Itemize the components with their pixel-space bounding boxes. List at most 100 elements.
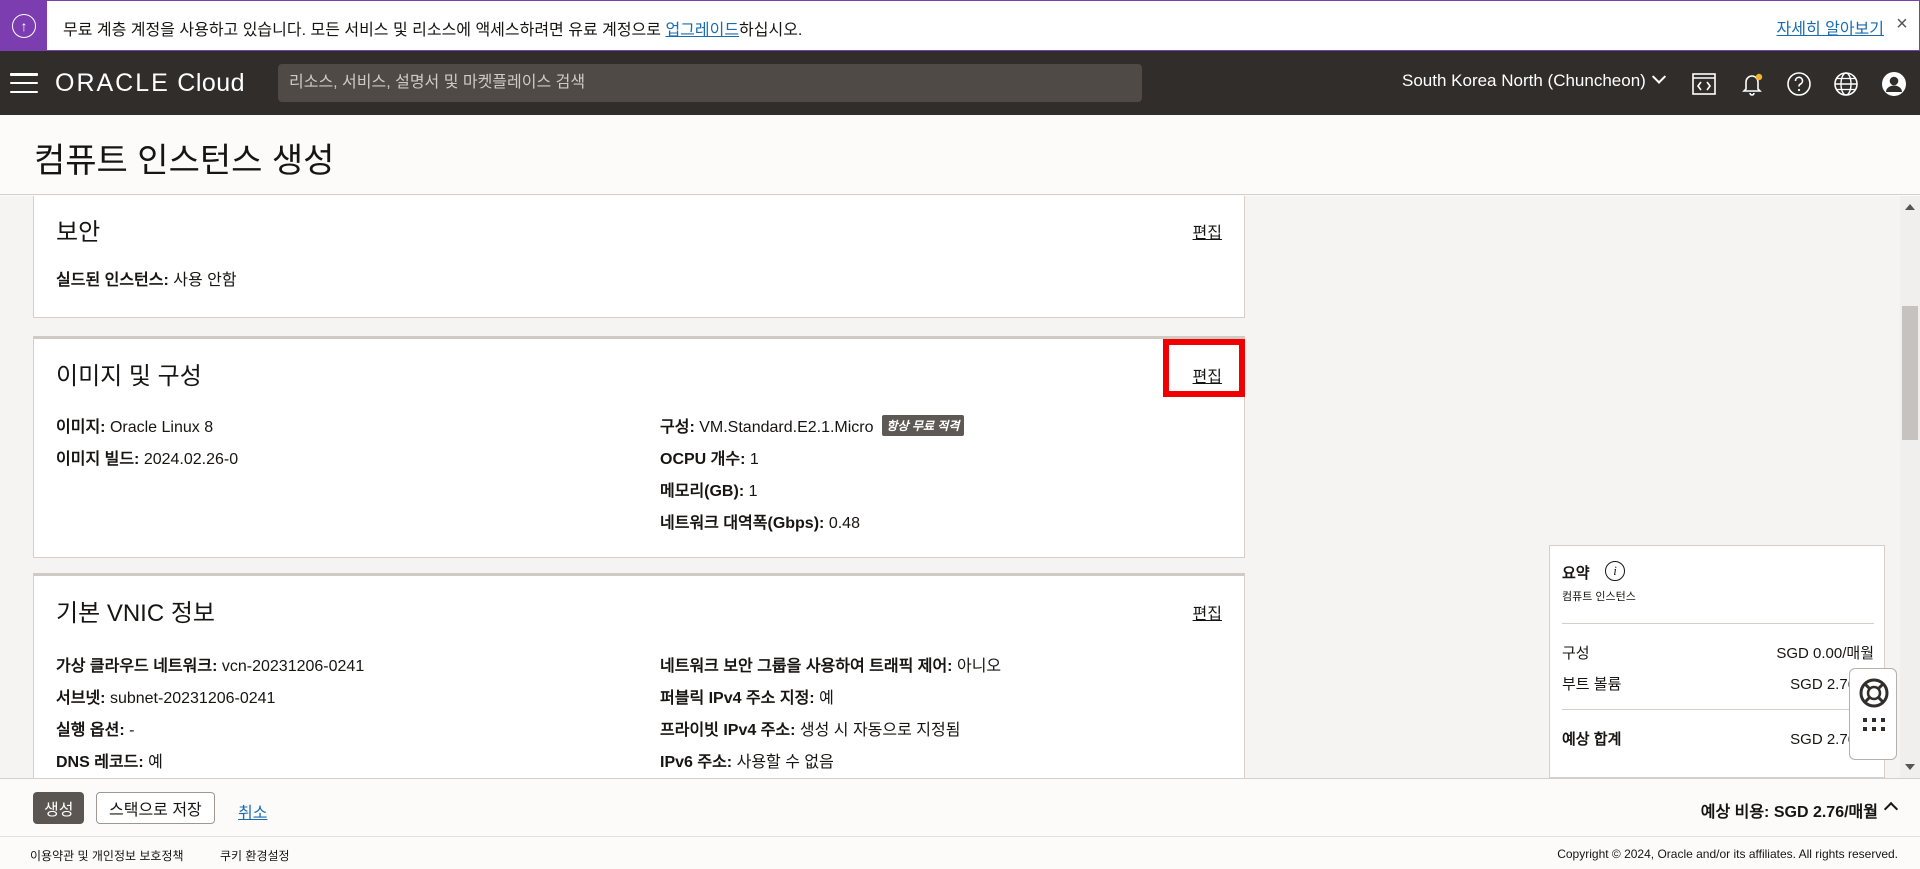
nsg-field: 네트워크 보안 그룹을 사용하여 트래픽 제어: 아니오 bbox=[660, 652, 1001, 676]
field-value: 예 bbox=[148, 754, 163, 771]
summary-panel: 요약 i 컴퓨트 인스턴스 구성 SGD 0.00/매월 부트 볼륨 SGD 2.7… bbox=[1549, 545, 1885, 778]
field-value: 2024.02.26-0 bbox=[143, 451, 239, 468]
private-ip-field: 프라이빗 IPv4 주소: 생성 시 자동으로 지정됨 bbox=[660, 716, 960, 740]
scroll-up-arrow-icon[interactable] bbox=[1905, 204, 1915, 210]
upgrade-link[interactable]: 업그레이드 bbox=[665, 22, 739, 39]
primary-vnic-section: 기본 VNIC 정보 편집 가상 클라우드 네트워크: vcn-20231206… bbox=[33, 573, 1245, 778]
field-label: 프라이빗 IPv4 주소: bbox=[660, 722, 796, 739]
logo-product: Cloud bbox=[177, 69, 246, 97]
help-icon[interactable] bbox=[1785, 70, 1813, 98]
field-value: vcn-20231206-0241 bbox=[221, 658, 365, 675]
field-label: IPv6 주소: bbox=[660, 754, 733, 771]
cancel-link[interactable]: 취소 bbox=[238, 799, 267, 823]
field-label: 가상 클라우드 네트워크: bbox=[56, 658, 218, 675]
field-value: - bbox=[129, 722, 135, 739]
field-label: 구성: bbox=[660, 419, 695, 436]
page-titlebar: 컴퓨트 인스턴스 생성 bbox=[0, 115, 1920, 195]
vnic-edit-link[interactable]: 편집 bbox=[1193, 600, 1222, 624]
field-label: OCPU 개수: bbox=[660, 451, 746, 468]
launch-options-field: 실행 옵션: - bbox=[56, 716, 134, 740]
form-action-bar: 생성 스택으로 저장 취소 예상 비용: SGD 2.76/매월 bbox=[0, 778, 1920, 836]
shape-field: 구성: VM.Standard.E2.1.Micro 항상 무료 적격 bbox=[660, 413, 965, 437]
shielded-instance-field: 실드된 인스턴스: 사용 안함 bbox=[56, 266, 237, 290]
field-label: 퍼블릭 IPv4 주소 지정: bbox=[660, 690, 815, 707]
terms-privacy-link[interactable]: 이용약관 및 개인정보 보호정책 bbox=[30, 847, 184, 864]
field-value: 1 bbox=[749, 451, 759, 468]
field-value: 생성 시 자동으로 지정됨 bbox=[799, 722, 961, 739]
cookie-preferences-link[interactable]: 쿠키 환경설정 bbox=[220, 847, 290, 864]
summary-divider bbox=[1562, 623, 1874, 624]
search-box[interactable] bbox=[278, 64, 1142, 102]
always-free-badge: 항상 무료 적격 bbox=[881, 415, 965, 436]
edit-highlight-box bbox=[1163, 339, 1245, 397]
scrollbar-thumb[interactable] bbox=[1902, 306, 1918, 440]
logo-brand: ORACLE bbox=[55, 69, 170, 97]
estimated-cost-value: SGD 2.76/매월 bbox=[1773, 804, 1878, 821]
help-widget[interactable] bbox=[1849, 668, 1897, 760]
field-value: 예 bbox=[819, 690, 834, 707]
field-value: 0.48 bbox=[828, 515, 860, 532]
globe-icon[interactable] bbox=[1832, 70, 1860, 98]
lifebuoy-icon bbox=[1859, 678, 1889, 731]
review-content: 보안 편집 실드된 인스턴스: 사용 안함 이미지 및 구성 편집 이미지: O… bbox=[0, 196, 1920, 778]
vnic-title: 기본 VNIC 정보 bbox=[56, 600, 215, 627]
summary-subtitle: 컴퓨트 인스턴스 bbox=[1562, 591, 1636, 603]
field-value: 아니오 bbox=[956, 658, 1002, 675]
chevron-down-icon bbox=[1651, 69, 1666, 84]
memory-field: 메모리(GB): 1 bbox=[660, 477, 758, 501]
main-scrollbar[interactable] bbox=[1900, 196, 1920, 778]
security-title: 보안 bbox=[56, 219, 101, 246]
banner-icon-area: ↑ bbox=[1, 0, 47, 51]
field-label: 서브넷: bbox=[56, 690, 106, 707]
field-label: 메모리(GB): bbox=[660, 483, 745, 500]
bell-icon[interactable] bbox=[1738, 70, 1766, 98]
image-build-field: 이미지 빌드: 2024.02.26-0 bbox=[56, 445, 238, 469]
summary-divider bbox=[1562, 709, 1874, 710]
image-shape-section: 이미지 및 구성 편집 이미지: Oracle Linux 8 이미지 빌드: … bbox=[33, 336, 1245, 558]
close-icon[interactable]: × bbox=[1891, 13, 1913, 36]
summary-total-label: 예상 합계 bbox=[1562, 731, 1622, 748]
create-button[interactable]: 생성 bbox=[33, 792, 85, 824]
region-label: South Korea North (Chuncheon) bbox=[1402, 71, 1646, 90]
vcn-field: 가상 클라우드 네트워크: vcn-20231206-0241 bbox=[56, 652, 364, 676]
learn-more-link[interactable]: 자세히 알아보기 bbox=[1777, 15, 1885, 39]
chevron-up-icon[interactable] bbox=[1883, 801, 1899, 817]
ocpu-field: OCPU 개수: 1 bbox=[660, 445, 759, 469]
public-ip-field: 퍼블릭 IPv4 주소 지정: 예 bbox=[660, 684, 834, 708]
field-value: 1 bbox=[748, 483, 758, 500]
image-shape-title: 이미지 및 구성 bbox=[56, 363, 202, 390]
field-value: 사용할 수 없음 bbox=[736, 754, 834, 771]
region-selector[interactable]: South Korea North (Chuncheon) bbox=[1402, 69, 1666, 91]
summary-total: 예상 합계 SGD 2.76/매 bbox=[1562, 728, 1874, 749]
field-value: 사용 안함 bbox=[173, 272, 237, 289]
page-title: 컴퓨트 인스턴스 생성 bbox=[34, 142, 335, 180]
estimated-cost[interactable]: 예상 비용: SGD 2.76/매월 bbox=[1701, 798, 1878, 822]
image-field: 이미지: Oracle Linux 8 bbox=[56, 413, 213, 437]
banner-text-before: 무료 계층 계정을 사용하고 있습니다. 모든 서비스 및 리소스에 액세스하려… bbox=[63, 22, 666, 39]
search-input[interactable] bbox=[278, 64, 1142, 102]
page-footer: 이용약관 및 개인정보 보호정책 쿠키 환경설정 Copyright © 202… bbox=[0, 836, 1920, 869]
security-edit-link[interactable]: 편집 bbox=[1193, 219, 1222, 243]
bandwidth-field: 네트워크 대역폭(Gbps): 0.48 bbox=[660, 509, 860, 533]
save-as-stack-button[interactable]: 스택으로 저장 bbox=[96, 792, 215, 824]
upgrade-arrow-icon: ↑ bbox=[12, 13, 36, 38]
ipv6-field: IPv6 주소: 사용할 수 없음 bbox=[660, 748, 834, 772]
dns-record-field: DNS 레코드: 예 bbox=[56, 748, 163, 772]
summary-row-label: 구성 bbox=[1562, 645, 1590, 662]
user-icon[interactable] bbox=[1880, 70, 1908, 98]
oracle-cloud-logo[interactable]: ORACLE Cloud bbox=[55, 69, 245, 98]
console-header: ORACLE Cloud South Korea North (Chuncheo… bbox=[0, 51, 1920, 115]
code-editor-icon[interactable] bbox=[1690, 70, 1718, 98]
field-value: subnet-20231206-0241 bbox=[109, 690, 276, 707]
field-label: 실드된 인스턴스: bbox=[56, 272, 169, 289]
field-label: 이미지 빌드: bbox=[56, 451, 140, 468]
summary-title: 요약 bbox=[1562, 565, 1590, 582]
estimated-cost-label: 예상 비용: bbox=[1700, 804, 1770, 821]
hamburger-menu-icon[interactable] bbox=[10, 73, 38, 93]
summary-row-label: 부트 볼륨 bbox=[1562, 676, 1622, 693]
info-icon[interactable]: i bbox=[1605, 561, 1625, 581]
summary-row-value: SGD 0.00/매월 bbox=[1776, 645, 1874, 662]
field-label: 실행 옵션: bbox=[56, 722, 125, 739]
copyright-text: Copyright © 2024, Oracle and/or its affi… bbox=[1557, 847, 1898, 861]
scroll-down-arrow-icon[interactable] bbox=[1905, 764, 1915, 770]
